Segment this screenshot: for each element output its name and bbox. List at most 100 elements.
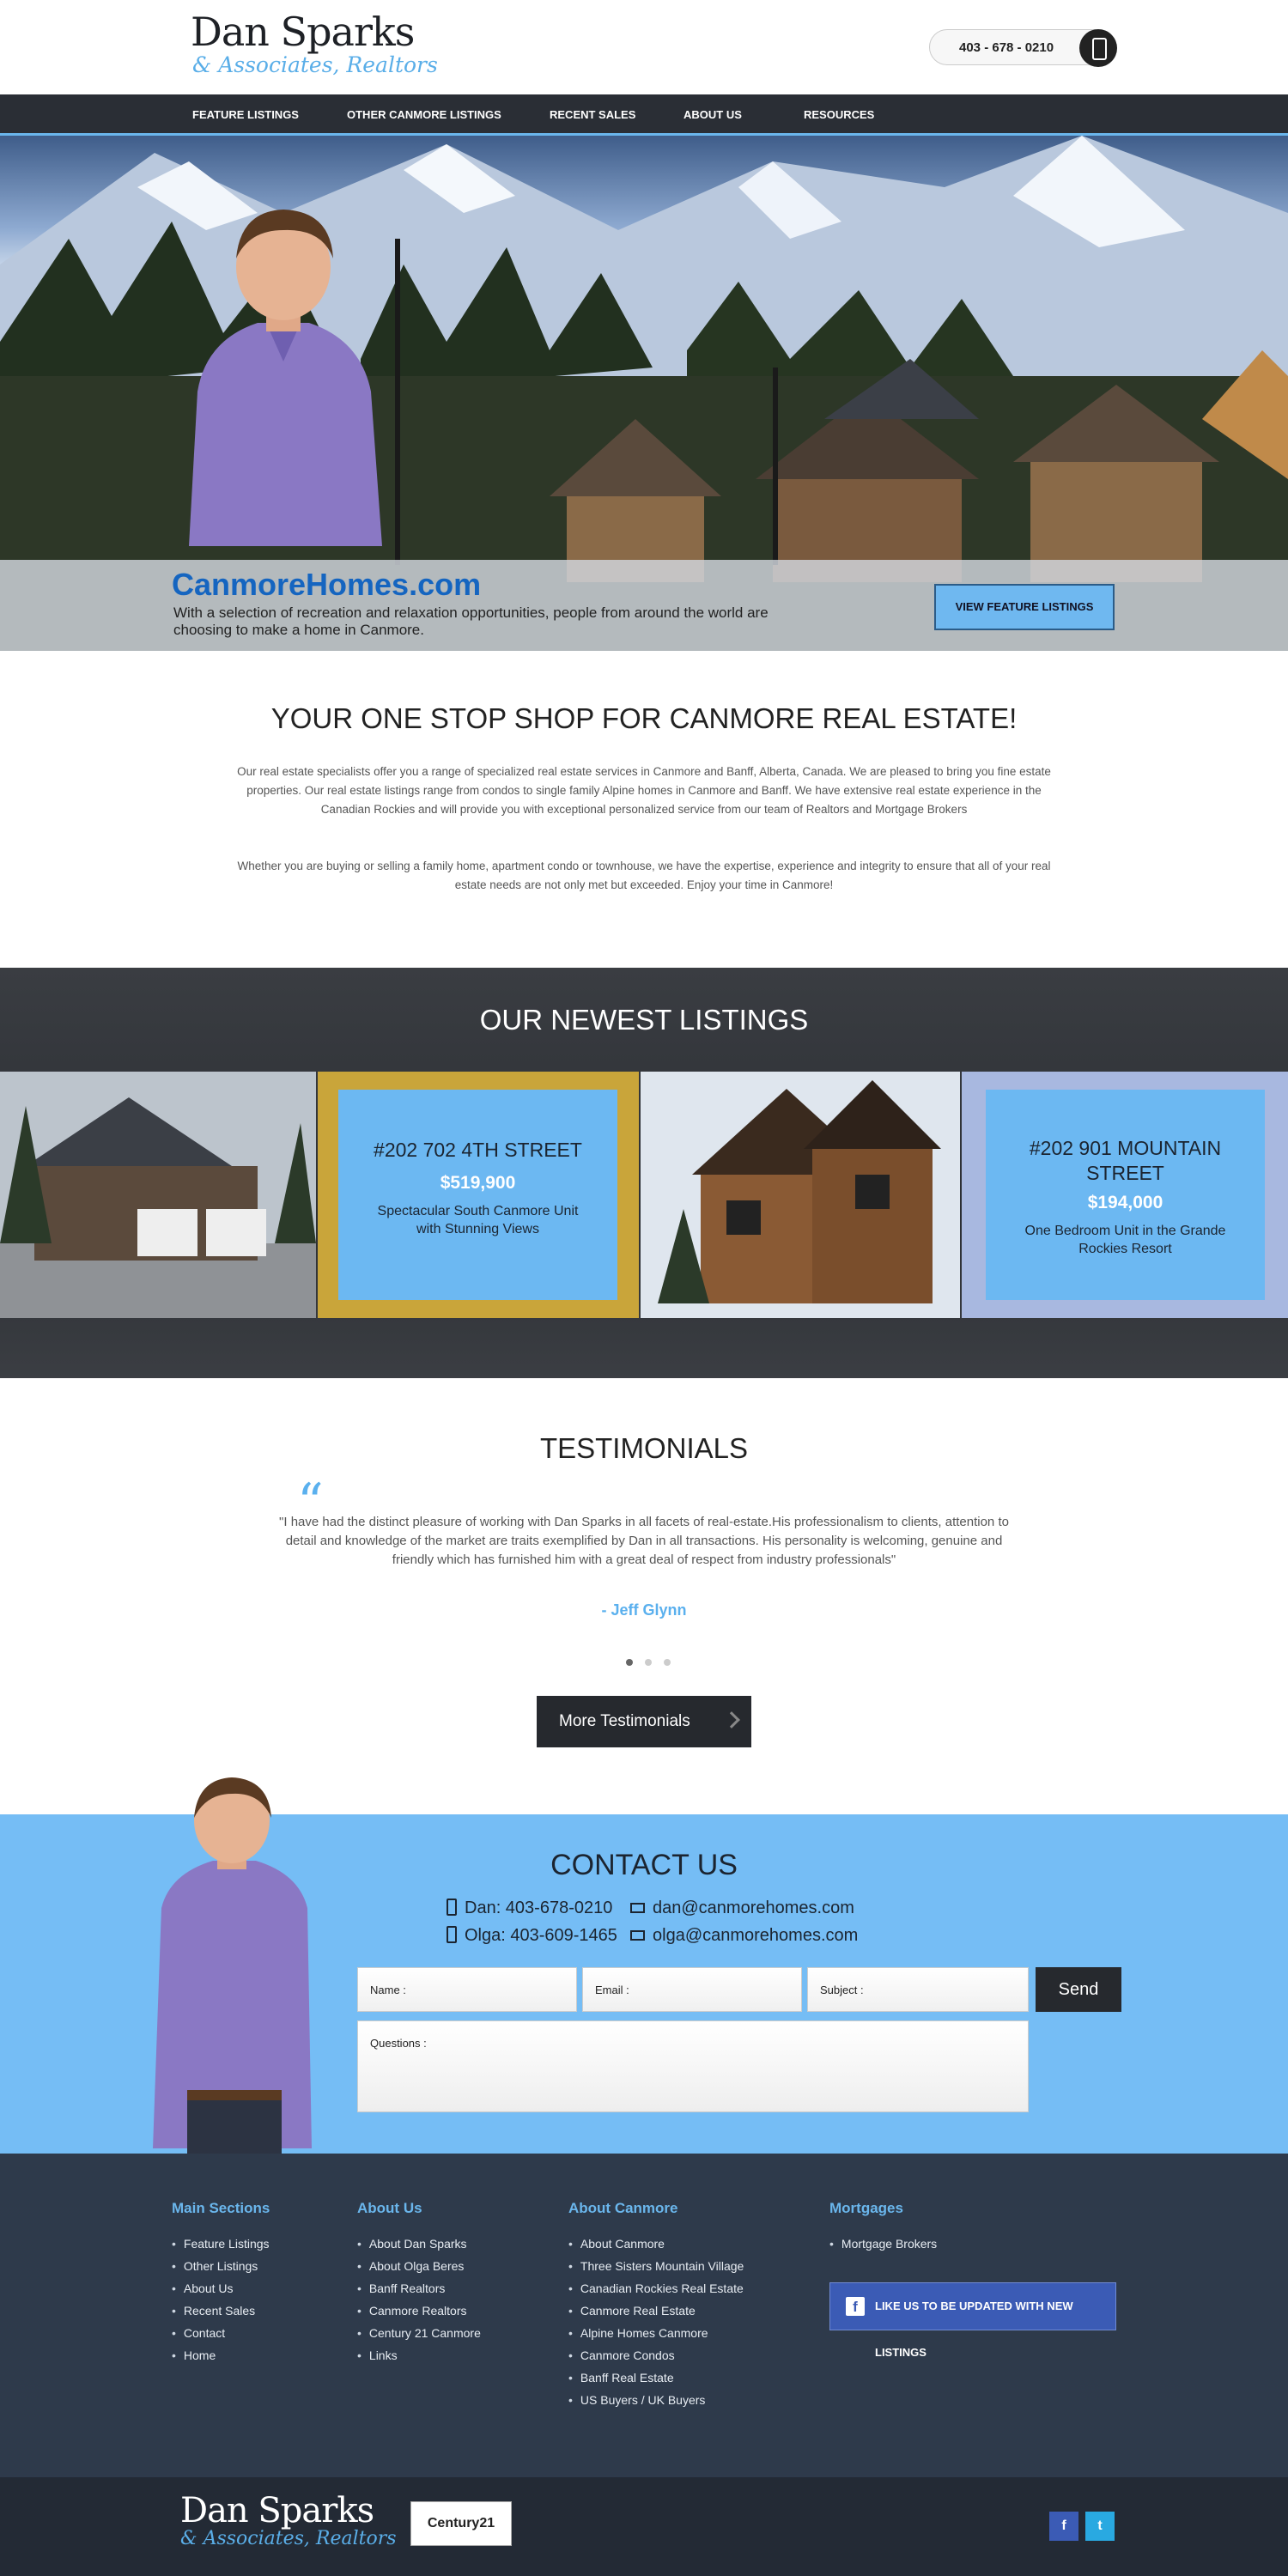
intro-heading: YOUR ONE STOP SHOP FOR CANMORE REAL ESTA… (270, 702, 1018, 734)
logo[interactable]: Dan Sparks & Associates, Realtors (191, 10, 438, 77)
envelope-icon (630, 1930, 645, 1941)
dan-email[interactable]: dan@canmorehomes.com (630, 1899, 854, 1918)
listing-card-1[interactable]: #202 702 4TH STREET $519,900 Spectacular… (338, 1090, 617, 1300)
dan-email-text: dan@canmorehomes.com (653, 1899, 854, 1917)
listings-heading: OUR NEWEST LISTINGS (479, 1004, 809, 1036)
nav-resources[interactable]: RESOURCES (804, 108, 874, 121)
email-field[interactable]: Email : (582, 1967, 802, 2012)
footer-link[interactable]: Canmore Real Estate (568, 2300, 744, 2322)
testimonial-author: - Jeff Glynn (601, 1601, 687, 1619)
chalet-photo-image (641, 1072, 960, 1318)
footer-about-us-list: About Dan Sparks About Olga Beres Banff … (357, 2233, 481, 2366)
nav-other-canmore-listings[interactable]: OTHER CANMORE LISTINGS (347, 108, 501, 121)
testimonials-heading: TESTIMONIALS (539, 1432, 749, 1464)
logo-name: Dan Sparks (191, 9, 415, 55)
footer-link[interactable]: Links (357, 2344, 481, 2366)
hero-title: CanmoreHomes.com (172, 567, 482, 602)
house-photo-image (0, 1072, 316, 1318)
footer-link[interactable]: Canadian Rockies Real Estate (568, 2277, 744, 2300)
chevron-right-icon (723, 1711, 740, 1728)
newest-listings-section: OUR NEWEST LISTINGS #202 702 4TH STREET … (0, 968, 1288, 1378)
footer-link[interactable]: About Dan Sparks (357, 2233, 481, 2255)
dan-phone[interactable]: Dan: 403-678-0210 (447, 1899, 612, 1918)
questions-field[interactable]: Questions : (357, 2020, 1029, 2112)
footer-link[interactable]: About Canmore (568, 2233, 744, 2255)
footer-main-sections-list: Feature Listings Other Listings About Us… (172, 2233, 270, 2366)
footer-link[interactable]: Canmore Realtors (357, 2300, 481, 2322)
listing-description: Spectacular South Canmore Unit with Stun… (377, 1204, 579, 1236)
carousel-dot-1[interactable] (626, 1659, 633, 1666)
footer-logo[interactable]: Dan Sparks & Associates, Realtors (180, 2493, 397, 2549)
footer-link[interactable]: Century 21 Canmore (357, 2322, 481, 2344)
intro-paragraph-1: Our real estate specialists offer you a … (237, 765, 1051, 816)
century21-logo[interactable]: Century21 (410, 2501, 512, 2546)
listing-address: #202 702 4TH STREET (374, 1139, 582, 1161)
dan-phone-text: Dan: 403-678-0210 (465, 1899, 613, 1917)
mobile-phone-icon (447, 1926, 457, 1943)
footer-col-title: Main Sections (172, 2200, 270, 2216)
view-feature-listings-button[interactable]: VIEW FEATURE LISTINGS (934, 584, 1115, 630)
footer-about-canmore-list: About Canmore Three Sisters Mountain Vil… (568, 2233, 744, 2411)
hero-banner: CanmoreHomes.com With a selection of rec… (0, 136, 1288, 651)
testimonial-text: "I have had the distinct pleasure of wor… (279, 1515, 1009, 1567)
footer-col-title: Mortgages (829, 2200, 903, 2216)
site-header: Dan Sparks & Associates, Realtors 403 - … (0, 0, 1288, 94)
footer-link[interactable]: Feature Listings (172, 2233, 270, 2255)
mobile-phone-icon (447, 1899, 457, 1916)
listing-price: $519,900 (440, 1173, 516, 1193)
listing-photo-1[interactable] (0, 1072, 316, 1318)
footer-mortgages-list: Mortgage Brokers (829, 2233, 937, 2255)
footer-link[interactable]: Contact (172, 2322, 270, 2344)
more-testimonials-button[interactable]: More Testimonials (537, 1696, 751, 1747)
bottom-bar: Dan Sparks & Associates, Realtors Centur… (0, 2477, 1288, 2576)
footer-link[interactable]: Mortgage Brokers (829, 2233, 937, 2255)
carousel-dot-3[interactable] (664, 1659, 671, 1666)
footer-link[interactable]: About Us (172, 2277, 270, 2300)
footer-link[interactable]: Banff Realtors (357, 2277, 481, 2300)
footer-link[interactable]: Other Listings (172, 2255, 270, 2277)
facebook-like-label: LIKE US TO BE UPDATED WITH NEW LISTINGS (875, 2300, 1073, 2359)
facebook-icon: f (846, 2297, 865, 2316)
facebook-icon[interactable]: f (1049, 2512, 1078, 2541)
listing-address: #202 901 MOUNTAIN STREET (1029, 1137, 1222, 1184)
footer-logo-subtitle: & Associates, Realtors (180, 2528, 397, 2549)
send-button[interactable]: Send (1036, 1967, 1121, 2012)
olga-phone-text: Olga: 403-609-1465 (465, 1926, 617, 1945)
header-phone[interactable]: 403 - 678 - 0210 (929, 29, 1117, 67)
main-nav: FEATURE LISTINGS OTHER CANMORE LISTINGS … (0, 94, 1288, 136)
listing-price: $194,000 (1087, 1193, 1163, 1212)
footer-link[interactable]: Banff Real Estate (568, 2366, 744, 2389)
footer-link[interactable]: US Buyers / UK Buyers (568, 2389, 744, 2411)
nav-feature-listings[interactable]: FEATURE LISTINGS (192, 108, 299, 121)
hero-description: With a selection of recreation and relax… (173, 605, 769, 638)
footer-col-title: About Canmore (568, 2200, 678, 2216)
carousel-dot-2[interactable] (645, 1659, 652, 1666)
site-footer: Main Sections Feature Listings Other Lis… (0, 2154, 1288, 2477)
listing-description: One Bedroom Unit in the Grande Rockies R… (1024, 1224, 1226, 1256)
footer-link[interactable]: Recent Sales (172, 2300, 270, 2322)
agent-full-body-image (153, 1777, 312, 2154)
footer-col-title: About Us (357, 2200, 422, 2216)
agent-portrait-image (189, 210, 382, 546)
intro-paragraph-2: Whether you are buying or selling a fami… (237, 860, 1051, 891)
olga-email-text: olga@canmorehomes.com (653, 1926, 859, 1945)
twitter-icon[interactable]: t (1085, 2512, 1115, 2541)
nav-recent-sales[interactable]: RECENT SALES (550, 108, 635, 121)
footer-link[interactable]: Home (172, 2344, 270, 2366)
olga-phone[interactable]: Olga: 403-609-1465 (447, 1926, 617, 1946)
footer-link[interactable]: About Olga Beres (357, 2255, 481, 2277)
footer-link[interactable]: Canmore Condos (568, 2344, 744, 2366)
footer-link[interactable]: Alpine Homes Canmore (568, 2322, 744, 2344)
more-testimonials-label: More Testimonials (559, 1712, 690, 1730)
nav-about-us[interactable]: ABOUT US (683, 108, 742, 121)
logo-subtitle: & Associates, Realtors (192, 52, 438, 77)
footer-logo-name: Dan Sparks (180, 2491, 374, 2530)
subject-field[interactable]: Subject : (807, 1967, 1029, 2012)
listing-card-2[interactable]: #202 901 MOUNTAIN STREET $194,000 One Be… (986, 1090, 1265, 1300)
name-field[interactable]: Name : (357, 1967, 577, 2012)
listing-photo-3[interactable] (641, 1072, 960, 1318)
facebook-like-button[interactable]: f LIKE US TO BE UPDATED WITH NEW LISTING… (829, 2282, 1116, 2359)
footer-link[interactable]: Three Sisters Mountain Village (568, 2255, 744, 2277)
olga-email[interactable]: olga@canmorehomes.com (630, 1926, 858, 1946)
envelope-icon (630, 1903, 645, 1913)
